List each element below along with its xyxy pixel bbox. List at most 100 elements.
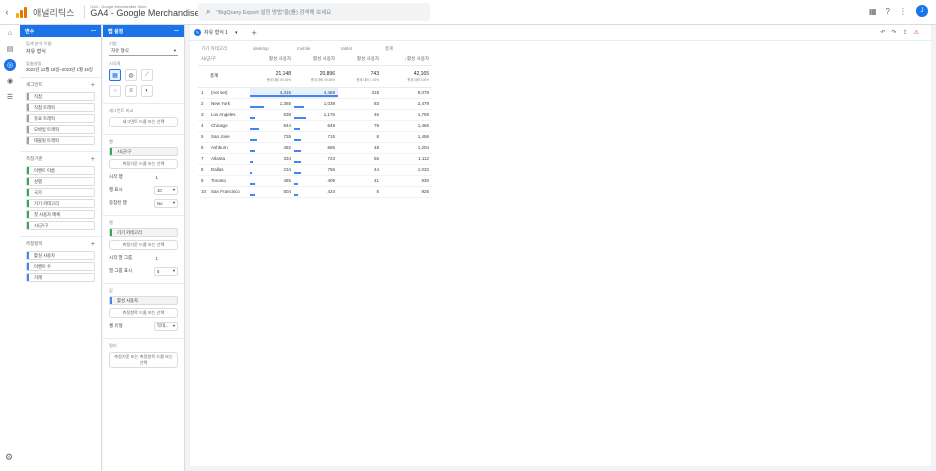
column-drop-target[interactable]: 측정기준 드롭 또는 선택 (109, 240, 178, 250)
value-drop-target[interactable]: 측정항목 드롭 또는 선택 (109, 308, 178, 318)
search-input[interactable]: ⌕ "BigQuery Export 설정 방법"을(를) 검색해 보세요 (198, 3, 430, 21)
home-icon[interactable]: ⌂ (0, 25, 20, 41)
segments-chip[interactable]: 모바일 트래픽 (26, 125, 95, 134)
mets-chip[interactable]: 활성 사용자 (26, 251, 95, 260)
cell-tablet: 41 (338, 175, 382, 187)
technique-select[interactable]: 자유 형식 ▾ (109, 47, 178, 56)
minimize-icon[interactable]: — (174, 28, 179, 34)
col-header-tablet[interactable]: tablet (338, 43, 382, 54)
segments-chip[interactable]: 직접 트래픽 (26, 103, 95, 112)
add-dimension-icon[interactable]: + (91, 156, 95, 163)
cell-total: 1,112 (382, 153, 432, 165)
filter-drop-target[interactable]: 측정기준 또는 측정항목 드롭 또는 선택 (109, 352, 178, 368)
undo-icon[interactable]: ↶ (881, 29, 886, 36)
mets-chip[interactable]: 거래 (26, 273, 95, 282)
apps-grid-icon[interactable]: ▦ (869, 7, 877, 16)
avatar[interactable]: J (916, 5, 928, 17)
tab-free-form-1[interactable]: ✎ 자유 형식 1 ▾ (194, 29, 245, 36)
column-dimension-chip[interactable]: 기기 카테고리 (109, 228, 178, 237)
segment-drop-target[interactable]: 세그먼트 드롭 또는 선택 (109, 117, 178, 127)
col-header-total[interactable]: 총계 (382, 43, 432, 54)
redo-icon[interactable]: ↷ (892, 29, 897, 36)
table-row[interactable]: 9 Toronto 485 409 41 930 (198, 175, 432, 187)
metric-header-sorted[interactable]: ↓활성 사용자 (382, 54, 432, 66)
admin-gear-icon[interactable]: ⚙ (5, 452, 13, 463)
table-row[interactable]: 2 New York 1,365 1,039 83 2,479 (198, 98, 432, 110)
table-row[interactable]: 4 Chicago 844 649 79 1,466 (198, 120, 432, 132)
date-range[interactable]: 2022년 12월 18일~2023년 1월 16일 (26, 67, 95, 73)
add-metric-icon[interactable]: + (91, 241, 95, 248)
value-metric-chip[interactable]: 활성 사용자 (109, 296, 178, 305)
dims-chip[interactable]: 시/군/구 (26, 221, 95, 230)
reports-icon[interactable]: ▤ (0, 41, 20, 57)
cell-total: 9,078 (382, 87, 432, 99)
table-row[interactable]: 6 Ashburn 492 665 48 1,204 (198, 142, 432, 154)
value-bar (294, 161, 302, 163)
help-icon[interactable]: ? (886, 7, 890, 16)
metric-header[interactable]: 활성 사용자 (250, 54, 294, 66)
property-selector[interactable]: GA4 - Google Merchandise Store GA4 - Goo… (84, 4, 209, 20)
tab-settings-panel: 탭 설정 — 기법 자유 형식 ▾ 시각화 ▦ ◍ ⟋ ⁘ ≡ ◐ 세그먼트 비교 … (103, 25, 185, 471)
share-icon[interactable]: ⇪ (903, 29, 908, 36)
back-arrow-icon[interactable]: ‹ (0, 7, 14, 17)
show-rows-select[interactable]: 10 ▾ (154, 185, 178, 195)
more-vert-icon[interactable]: ⋮ (899, 7, 907, 16)
start-row-input[interactable]: 1 (155, 175, 158, 180)
table-row[interactable]: 3 Los Angeles 538 1,176 46 1,759 (198, 109, 432, 121)
dims-chip[interactable]: 첫 사용자 매체 (26, 210, 95, 219)
add-tab-icon[interactable]: + (251, 28, 256, 38)
city-name: San Francisco (211, 189, 240, 194)
dims-chip[interactable]: 기기 카테고리 (26, 199, 95, 208)
row-drop-target[interactable]: 측정기준 드롭 또는 선택 (109, 159, 178, 169)
segments-chip[interactable]: 유료 트래픽 (26, 114, 95, 123)
cell-value: 334 (283, 156, 291, 161)
col-dimension-header: 기기 카테고리 (201, 45, 228, 51)
advertising-icon[interactable]: ◉ (0, 73, 20, 89)
explore-icon[interactable]: ◎ (0, 57, 20, 73)
dropdown-arrow-icon[interactable]: ▾ (235, 30, 238, 36)
metric-header[interactable]: 활성 사용자 (338, 54, 382, 66)
cell-desktop: 504 (250, 186, 294, 198)
dims-chip[interactable]: 국가 (26, 188, 95, 197)
geo-viz-icon[interactable]: ◐ (141, 85, 153, 97)
city-name: Atlanta (211, 156, 226, 161)
table-row[interactable]: 1 (not set) 4,316 4,468 318 9,078 (198, 87, 432, 99)
bar-viz-icon[interactable]: ≡ (125, 85, 137, 97)
segments-chip[interactable]: 직접 (26, 92, 95, 101)
table-row[interactable]: 7 Atlanta 334 723 56 1,112 (198, 153, 432, 165)
value-bar (294, 139, 302, 141)
table-row[interactable]: 5 San Jose 726 715 8 1,456 (198, 131, 432, 143)
exploration-name-value[interactable]: 자유 형식 (26, 48, 95, 55)
row-index: 10 (201, 189, 207, 194)
dropdown-arrow-icon: ▾ (172, 323, 175, 328)
col-header-desktop[interactable]: desktop (250, 43, 294, 54)
warning-icon[interactable]: ⚠ (914, 29, 919, 36)
row-dimension-header[interactable]: 시/군/구 (198, 54, 250, 66)
visualization-label: 시각화 (109, 61, 121, 66)
table-viz-icon[interactable]: ▦ (109, 69, 121, 81)
cell-type-value: 막대... (157, 323, 169, 328)
dims-chip[interactable]: 성별 (26, 177, 95, 186)
cell-mobile: 1,176 (294, 109, 338, 121)
table-row[interactable]: 10 San Francisco 504 424 8 926 (198, 186, 432, 198)
metric-header[interactable]: 활성 사용자 (294, 54, 338, 66)
segments-chip[interactable]: 태블릿 트래픽 (26, 136, 95, 145)
configure-icon[interactable]: ☰ (0, 89, 20, 105)
col-header-mobile[interactable]: mobile (294, 43, 338, 54)
add-segment-icon[interactable]: + (91, 82, 95, 89)
show-cols-select[interactable]: 5 ▾ (154, 266, 178, 276)
minimize-icon[interactable]: — (91, 28, 96, 34)
cell-value: 538 (283, 112, 291, 117)
segment-compare-label: 세그먼트 비교 (109, 108, 134, 113)
table-row[interactable]: 8 Dallas 234 756 44 1,032 (198, 164, 432, 176)
nested-rows-select[interactable]: No ▾ (154, 198, 178, 208)
row-dimension-chip[interactable]: 시/군/구 (109, 147, 178, 156)
scatter-viz-icon[interactable]: ⁘ (109, 85, 121, 97)
dims-chip[interactable]: 이벤트 이름 (26, 166, 95, 175)
cell-type-select[interactable]: 막대... ▾ (154, 321, 178, 331)
line-viz-icon[interactable]: ⟋ (141, 69, 153, 81)
donut-viz-icon[interactable]: ◍ (125, 69, 137, 81)
value-bar (250, 139, 258, 141)
mets-chip[interactable]: 이벤트 수 (26, 262, 95, 271)
start-col-input[interactable]: 1 (155, 256, 158, 261)
